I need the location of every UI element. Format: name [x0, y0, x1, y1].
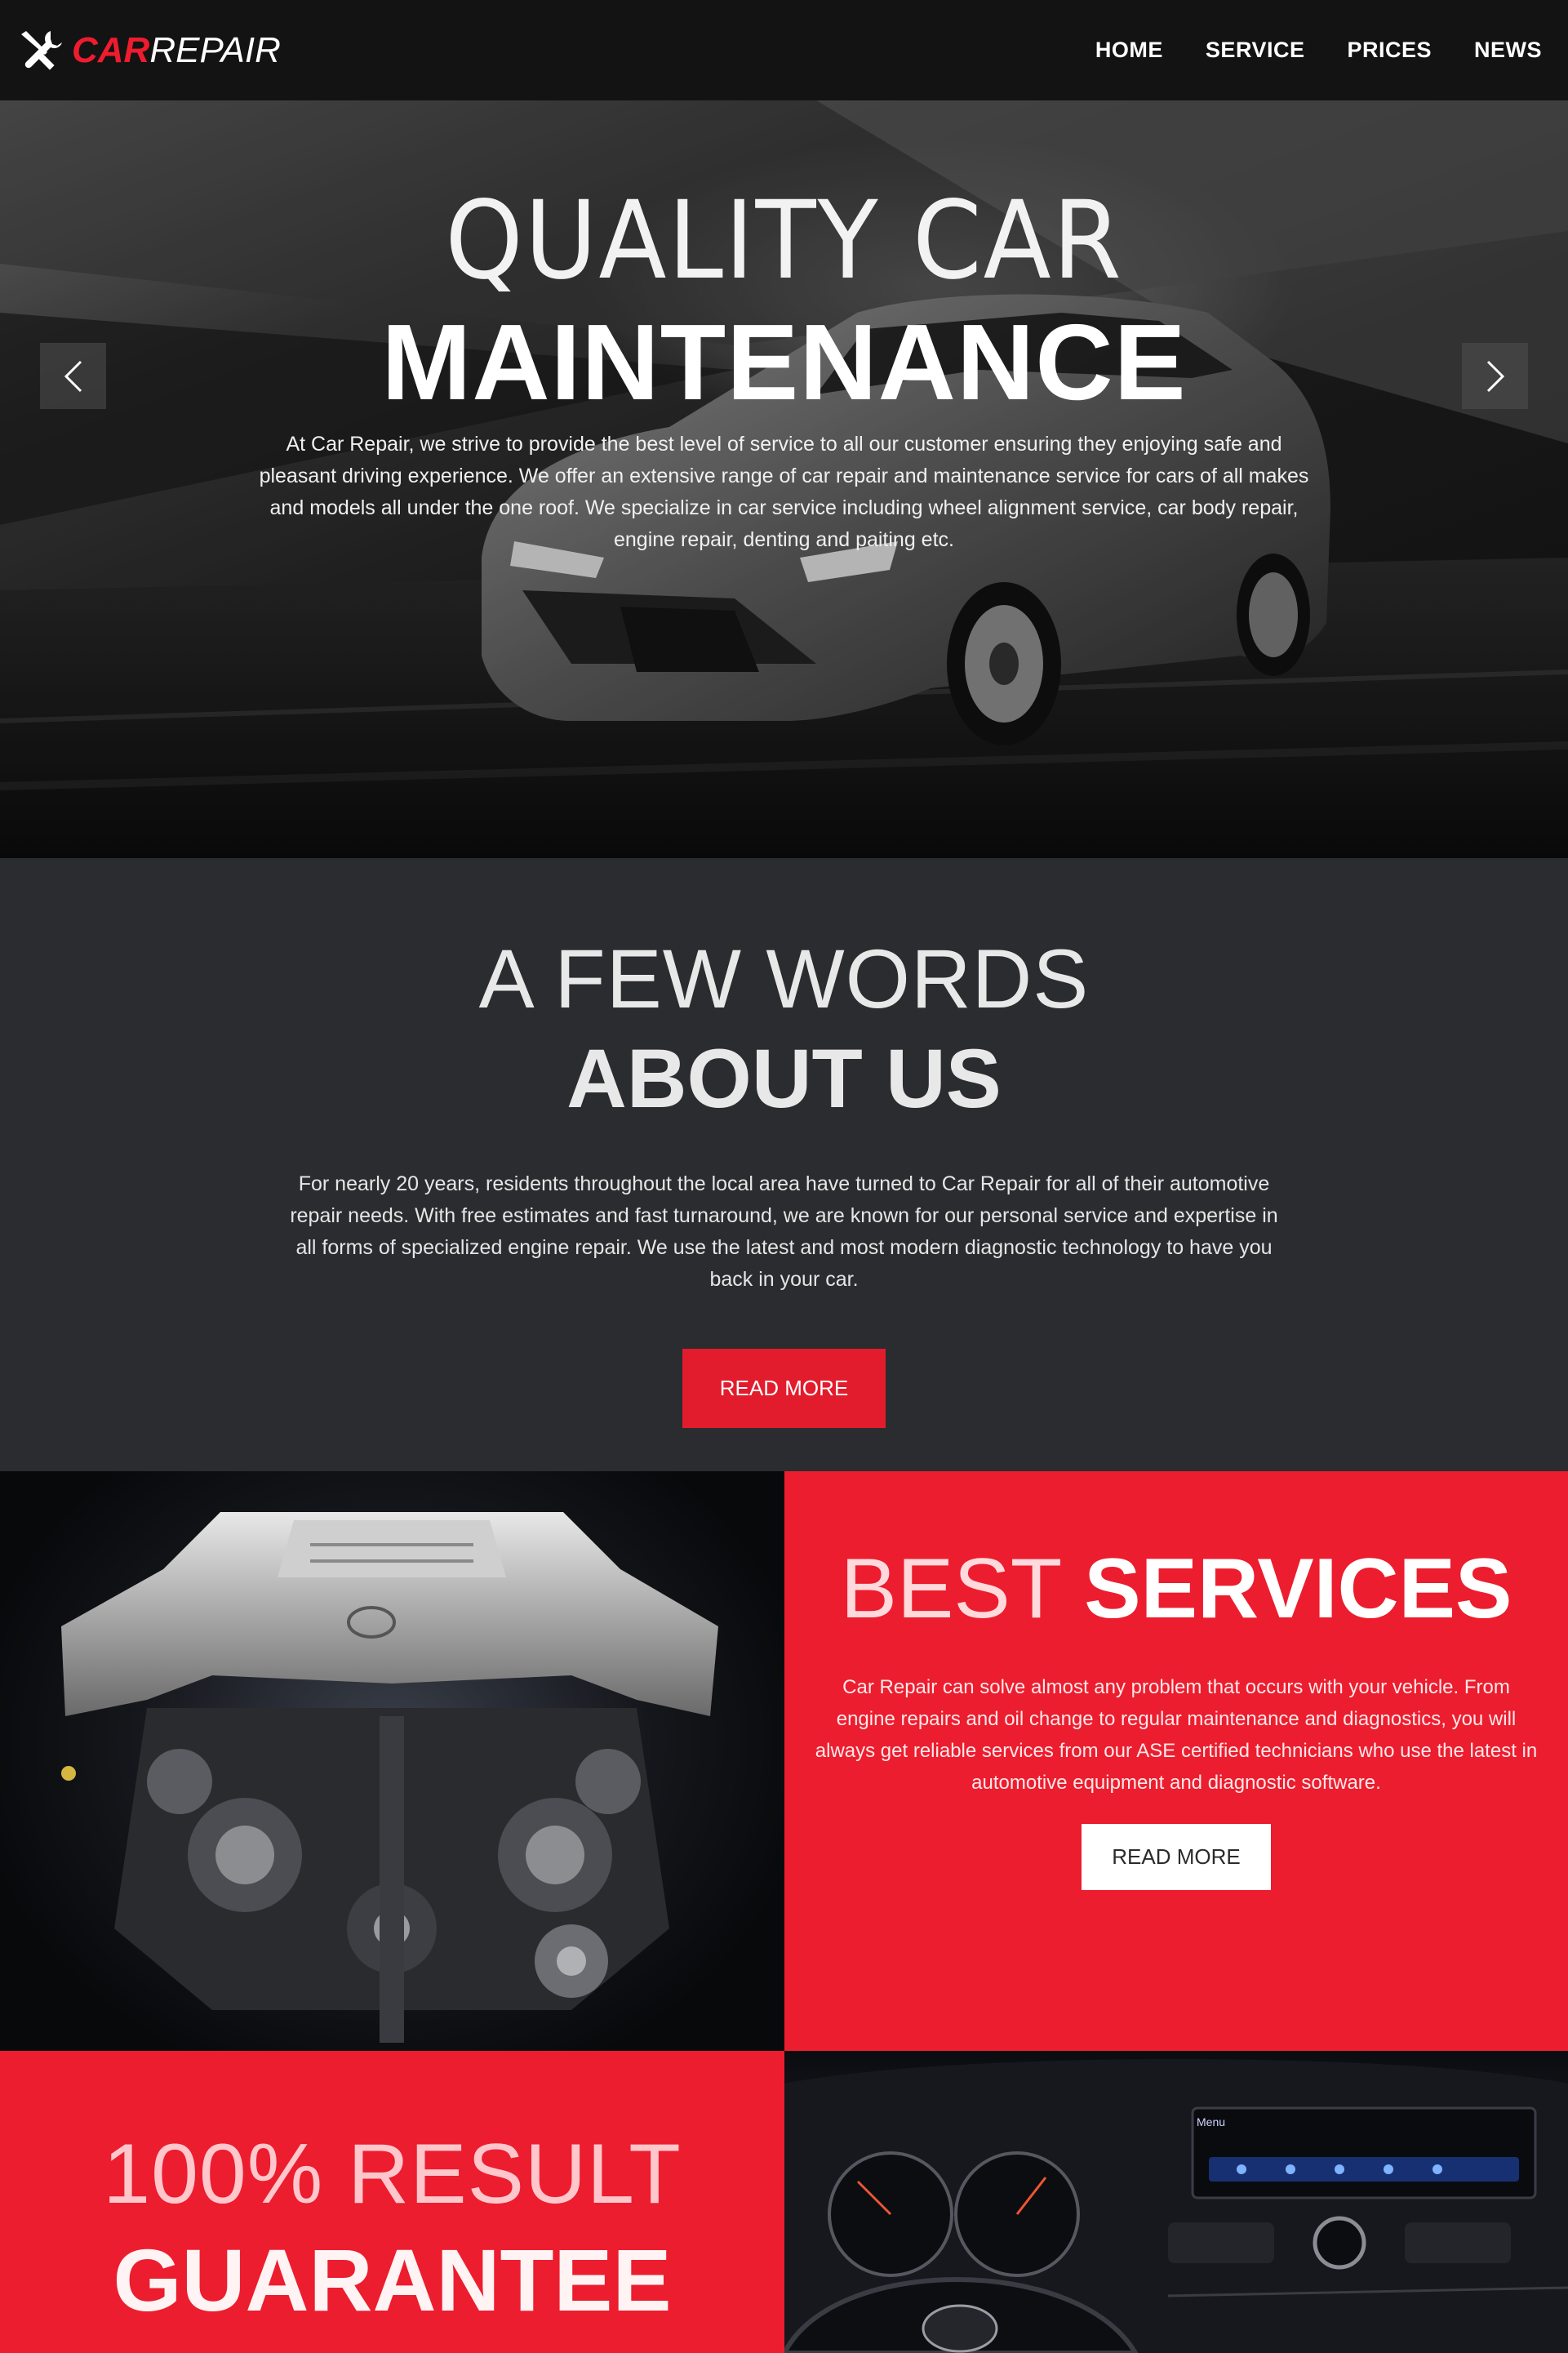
services-description: Car Repair can solve almost any problem … [815, 1676, 1538, 1794]
brand-logo[interactable]: CARREPAIR [15, 0, 281, 100]
services-title-light: BEST [840, 1541, 1061, 1636]
brand-repair: REPAIR [149, 29, 281, 70]
chevron-right-icon [1486, 360, 1504, 392]
main-menu: HOME SERVICE PRICES NEWS [1053, 38, 1542, 63]
hero-slider: QUALITY CAR MAINTENANCE At Car Repair, w… [0, 100, 1568, 858]
hero-title-light: QUALITY CAR [445, 178, 1123, 304]
brand-name: CARREPAIR [72, 29, 281, 70]
about-read-more-button[interactable]: READ MORE [682, 1349, 886, 1428]
screen-menu-text: Menu [1197, 2115, 1225, 2128]
menu-item-news[interactable]: NEWS [1474, 38, 1542, 63]
guarantee-section: 100% RESULT GUARANTEE [0, 2051, 784, 2353]
services-title: BEST SERVICES [784, 1546, 1568, 1631]
about-title-bold: ABOUT US [566, 1032, 1002, 1125]
about-title-light: A FEW WORDS [478, 932, 1090, 1025]
guarantee-title-bold: GUARANTEE [113, 2231, 672, 2329]
slider-next-button[interactable] [1462, 343, 1528, 409]
menu-item-prices[interactable]: PRICES [1347, 38, 1432, 63]
services-read-more-button[interactable]: READ MORE [1082, 1824, 1271, 1890]
services-title-bold: SERVICES [1084, 1541, 1512, 1636]
dashboard-illustration: Menu [784, 2059, 1568, 2353]
slider-prev-button[interactable] [40, 343, 106, 409]
guarantee-title-light: 100% RESULT [103, 2127, 682, 2222]
top-navbar: CARREPAIR HOME SERVICE PRICES NEWS [0, 0, 1568, 100]
engine-illustration [61, 1512, 718, 2043]
dashboard-image: Menu [784, 2051, 1568, 2353]
chevron-left-icon [64, 360, 82, 392]
engine-image [0, 1471, 784, 2051]
hero-description: At Car Repair, we strive to provide the … [259, 433, 1309, 551]
about-section: A FEW WORDS ABOUT US For nearly 20 years… [0, 858, 1568, 1471]
hero-title-bold: MAINTENANCE [381, 302, 1187, 422]
menu-item-service[interactable]: SERVICE [1206, 38, 1305, 63]
wrench-screwdriver-icon [21, 30, 62, 70]
brand-car: CAR [72, 29, 150, 70]
menu-item-home[interactable]: HOME [1095, 38, 1163, 63]
services-section: BEST SERVICES Car Repair can solve almos… [784, 1471, 1568, 2051]
about-description: For nearly 20 years, residents throughou… [290, 1172, 1278, 1291]
